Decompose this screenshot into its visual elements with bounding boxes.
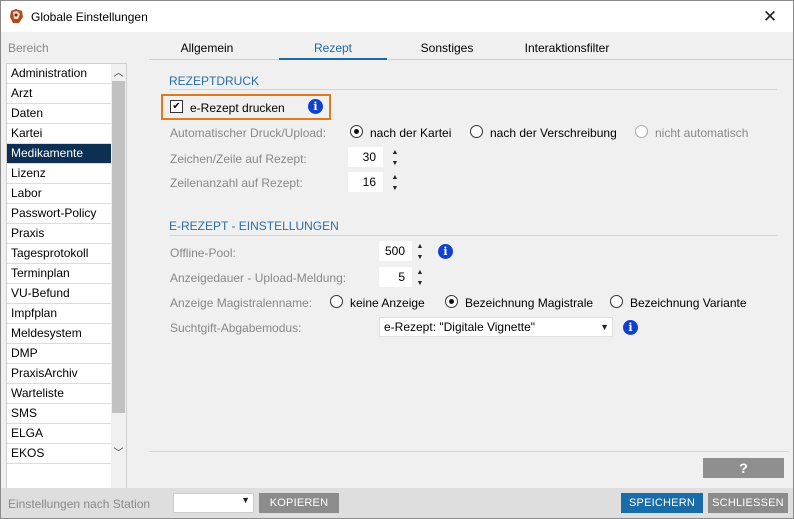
- suchtgift-label: Suchtgift-Abgabemodus:: [170, 321, 302, 335]
- radio-bezeichnung-variante-label: Bezeichnung Variante: [630, 296, 747, 310]
- lines-per-recipe-spinner[interactable]: ▲ ▼: [390, 172, 400, 194]
- category-list[interactable]: Administration Arzt Daten Kartei Medikam…: [6, 63, 127, 493]
- list-item-arzt[interactable]: Arzt: [7, 84, 112, 104]
- footer-bar: Einstellungen nach Station ▼ KOPIEREN SP…: [1, 488, 793, 518]
- settings-window: Globale Einstellungen ✕ Bereich Administ…: [0, 0, 794, 519]
- offline-pool-input[interactable]: 500: [379, 241, 412, 261]
- radio-bezeichnung-variante[interactable]: [610, 295, 623, 308]
- info-icon[interactable]: i: [308, 99, 323, 114]
- window-title: Globale Einstellungen: [31, 10, 148, 24]
- lines-per-recipe-label: Zeilenanzahl auf Rezept:: [170, 176, 303, 190]
- list-item-praxis[interactable]: Praxis: [7, 224, 112, 244]
- list-item-praxisarchiv[interactable]: PraxisArchiv: [7, 364, 112, 384]
- tab-allgemein[interactable]: Allgemein: [155, 41, 259, 60]
- radio-bezeichnung-magistrale-label: Bezeichnung Magistrale: [465, 296, 594, 310]
- upload-duration-label: Anzeigedauer - Upload-Meldung:: [170, 271, 347, 285]
- radio-keine-anzeige-label: keine Anzeige: [350, 296, 425, 310]
- auto-print-label: Automatischer Druck/Upload:: [170, 126, 327, 140]
- chars-per-line-label: Zeichen/Zeile auf Rezept:: [170, 152, 307, 166]
- main-content: Bereich Administration Arzt Daten Kartei…: [1, 32, 793, 493]
- info-icon[interactable]: i: [623, 320, 638, 335]
- bottom-divider: [149, 451, 789, 452]
- radio-keine-anzeige[interactable]: [330, 295, 343, 308]
- chars-per-line-input[interactable]: 30: [348, 147, 383, 167]
- offline-pool-label: Offline-Pool:: [170, 246, 236, 260]
- erezept-checkbox-label: e-Rezept drucken: [190, 101, 285, 115]
- close-icon: ✕: [762, 6, 778, 26]
- radio-nach-der-verschreibung[interactable]: [470, 125, 483, 138]
- upload-duration-spinner[interactable]: ▲ ▼: [415, 267, 425, 289]
- list-item-kartei[interactable]: Kartei: [7, 124, 112, 144]
- radio-nicht-automatisch[interactable]: [635, 125, 648, 138]
- help-button[interactable]: ?: [703, 458, 784, 478]
- upload-duration-input[interactable]: 5: [379, 267, 412, 287]
- list-item-lizenz[interactable]: Lizenz: [7, 164, 112, 184]
- list-item-daten[interactable]: Daten: [7, 104, 112, 124]
- list-item-administration[interactable]: Administration: [7, 64, 112, 84]
- list-item-elga[interactable]: ELGA: [7, 424, 112, 444]
- lines-per-recipe-input[interactable]: 16: [348, 172, 383, 192]
- offline-pool-spinner[interactable]: ▲ ▼: [415, 241, 425, 263]
- list-item-passwort-policy[interactable]: Passwort-Policy: [7, 204, 112, 224]
- sidebar-label: Bereich: [8, 41, 49, 55]
- chevron-down-icon: ▼: [241, 495, 250, 505]
- radio-nach-der-verschreibung-label: nach der Verschreibung: [490, 126, 617, 140]
- tab-rezept[interactable]: Rezept: [279, 41, 387, 60]
- list-item-terminplan[interactable]: Terminplan: [7, 264, 112, 284]
- scroll-up-icon[interactable]: ︿: [111, 64, 126, 79]
- suchtgift-selected-value: e-Rezept: "Digitale Vignette": [384, 320, 536, 334]
- radio-nach-der-kartei-label: nach der Kartei: [370, 126, 452, 140]
- list-item-tagesprotokoll[interactable]: Tagesprotokoll: [7, 244, 112, 264]
- tab-sonstiges[interactable]: Sonstiges: [397, 41, 497, 60]
- close-window-button[interactable]: ✕: [747, 1, 793, 32]
- copy-button[interactable]: KOPIEREN: [259, 493, 339, 513]
- app-logo-icon: [10, 9, 23, 23]
- scroll-thumb[interactable]: [112, 81, 125, 413]
- radio-nach-der-kartei[interactable]: [350, 125, 363, 138]
- list-item-labor[interactable]: Labor: [7, 184, 112, 204]
- chevron-down-icon: ▼: [600, 322, 609, 332]
- magistral-label: Anzeige Magistralenname:: [170, 296, 313, 310]
- list-item-medikamente[interactable]: Medikamente: [7, 144, 112, 164]
- radio-nicht-automatisch-label: nicht automatisch: [655, 126, 749, 140]
- list-item-ekos[interactable]: EKOS: [7, 444, 112, 464]
- list-item-impfplan[interactable]: Impfplan: [7, 304, 112, 324]
- section-divider: [169, 235, 777, 236]
- list-item-meldesystem[interactable]: Meldesystem: [7, 324, 112, 344]
- rezeptdruck-heading: REZEPTDRUCK: [169, 74, 260, 88]
- list-scrollbar[interactable]: ︿ ﹀: [111, 64, 126, 492]
- station-select[interactable]: ▼: [173, 493, 254, 513]
- tab-interaktionsfilter[interactable]: Interaktionsfilter: [507, 41, 627, 60]
- station-label: Einstellungen nach Station: [8, 497, 151, 511]
- section-divider: [169, 89, 777, 90]
- suchtgift-select[interactable]: e-Rezept: "Digitale Vignette" ▼: [379, 317, 613, 337]
- erezept-checkbox[interactable]: ✔: [170, 100, 183, 113]
- list-item-sms[interactable]: SMS: [7, 404, 112, 424]
- list-item-vu-befund[interactable]: VU-Befund: [7, 284, 112, 304]
- save-button[interactable]: SPEICHERN: [621, 493, 703, 513]
- close-button[interactable]: SCHLIESSEN: [708, 493, 788, 513]
- erezept-settings-heading: E-REZEPT - EINSTELLUNGEN: [169, 219, 339, 233]
- scroll-down-icon[interactable]: ﹀: [111, 444, 126, 459]
- tab-bar: Allgemein Rezept Sonstiges Interaktionsf…: [149, 38, 793, 60]
- chars-per-line-spinner[interactable]: ▲ ▼: [390, 147, 400, 169]
- list-item-dmp[interactable]: DMP: [7, 344, 112, 364]
- radio-bezeichnung-magistrale[interactable]: [445, 295, 458, 308]
- title-bar: Globale Einstellungen ✕: [1, 1, 793, 32]
- list-item-warteliste[interactable]: Warteliste: [7, 384, 112, 404]
- info-icon[interactable]: i: [438, 244, 453, 259]
